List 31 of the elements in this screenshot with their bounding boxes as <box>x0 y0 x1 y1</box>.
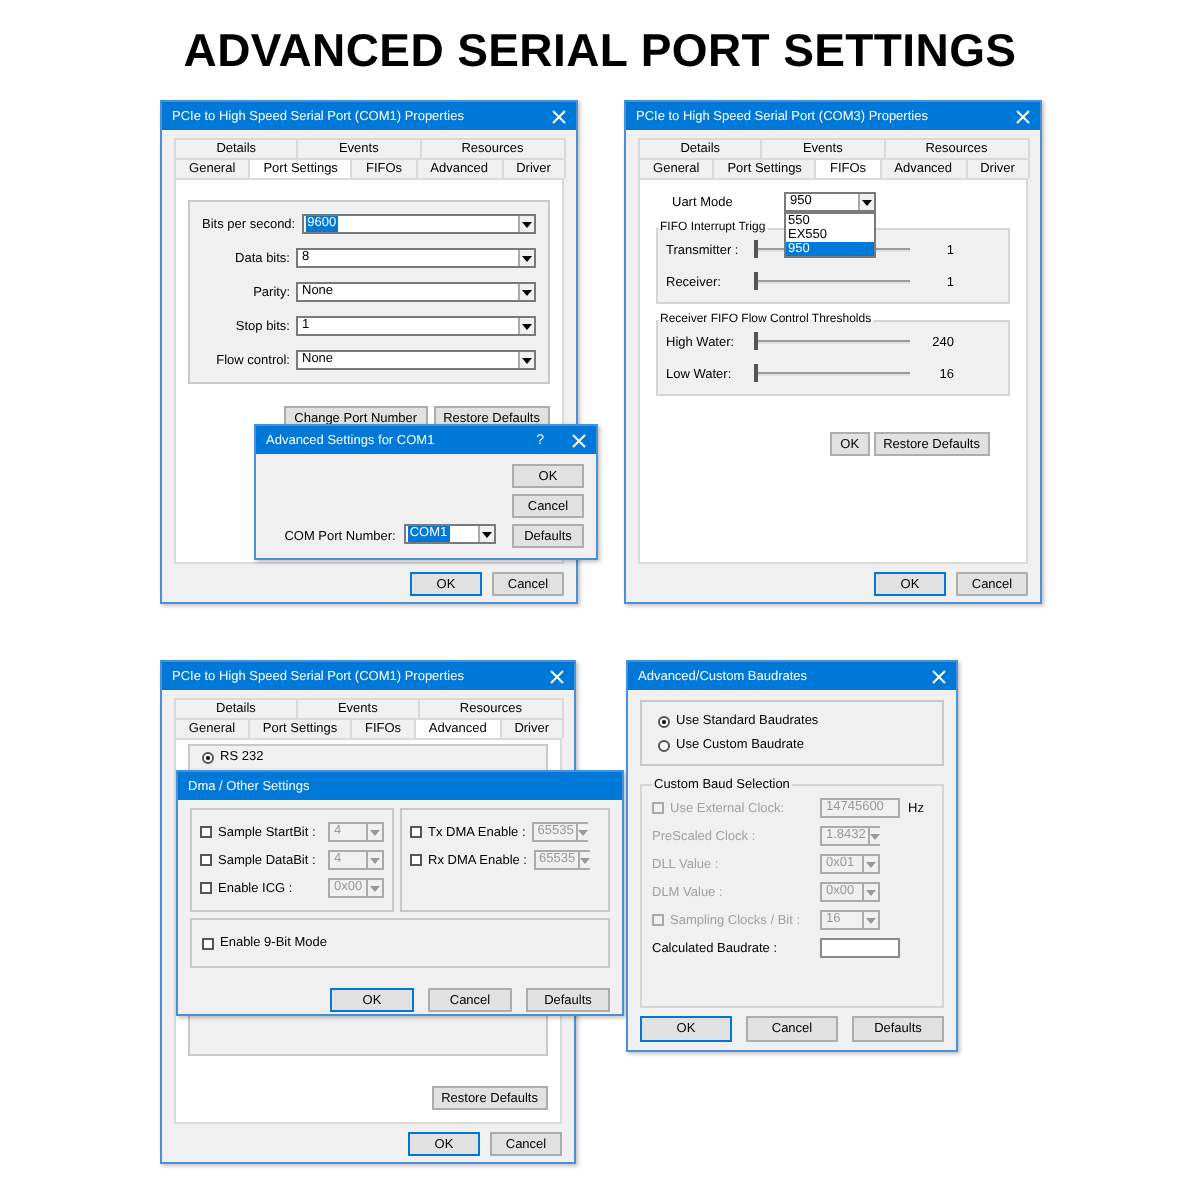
caret-icon <box>869 833 880 839</box>
caret-icon <box>579 857 590 863</box>
close-icon[interactable] <box>572 433 586 447</box>
caret-icon <box>370 885 380 891</box>
radio-button[interactable] <box>202 751 214 763</box>
caret-icon <box>522 221 532 227</box>
caret-icon <box>522 289 532 295</box>
slider[interactable] <box>754 332 910 352</box>
slider[interactable] <box>754 240 910 260</box>
caret-icon <box>370 857 380 863</box>
close-icon[interactable] <box>932 669 946 683</box>
radio-button[interactable] <box>658 739 670 751</box>
caret-icon <box>866 889 876 895</box>
caret-icon <box>862 199 872 205</box>
caret-icon <box>481 531 492 537</box>
caret-icon <box>370 829 380 835</box>
page-heading: ADVANCED SERIAL PORT SETTINGS <box>181 22 1019 78</box>
slider[interactable] <box>754 272 910 292</box>
close-icon[interactable] <box>550 669 564 683</box>
caret-icon <box>522 255 532 261</box>
caret-icon <box>577 829 588 835</box>
slider[interactable] <box>754 364 910 384</box>
caret-icon <box>522 323 532 329</box>
caret-icon <box>522 357 532 363</box>
close-icon[interactable] <box>1016 109 1030 123</box>
checkbox[interactable] <box>202 937 214 949</box>
caret-icon <box>866 917 876 923</box>
close-icon[interactable] <box>552 109 566 123</box>
caret-icon <box>866 861 876 867</box>
text-field[interactable] <box>820 938 900 958</box>
radio-button[interactable] <box>658 715 670 727</box>
